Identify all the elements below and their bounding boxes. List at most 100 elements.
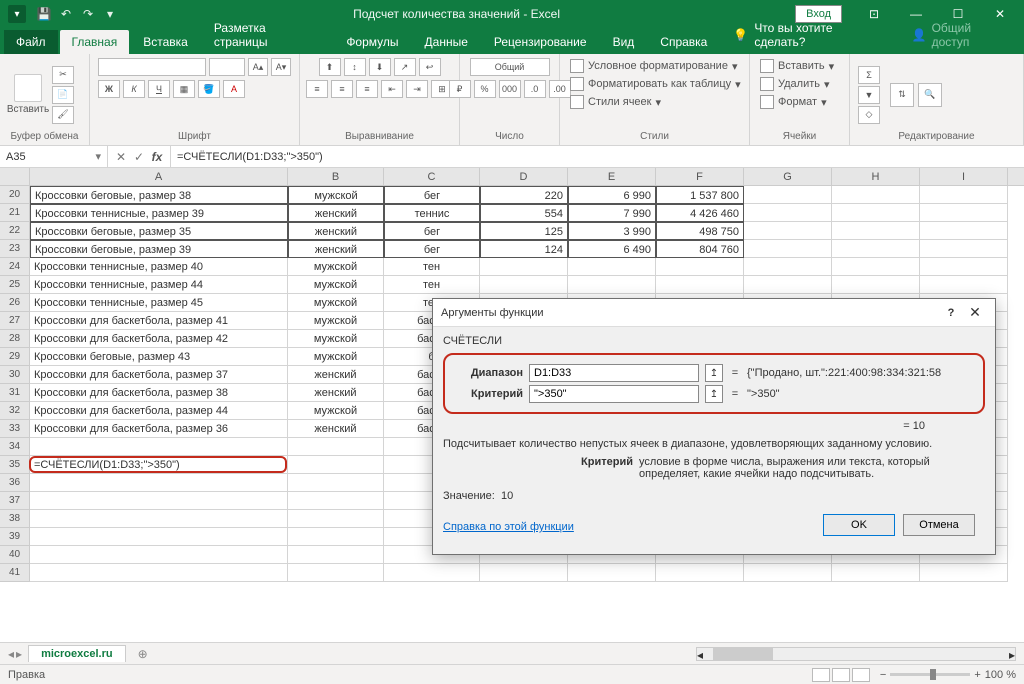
- cell[interactable]: 804 760: [656, 240, 744, 258]
- cell[interactable]: [832, 258, 920, 276]
- cell[interactable]: 124: [480, 240, 568, 258]
- bold-icon[interactable]: Ж: [98, 80, 120, 98]
- cell[interactable]: бег: [384, 240, 480, 258]
- fill-icon[interactable]: ▼: [858, 86, 880, 104]
- cell[interactable]: мужской: [288, 312, 384, 330]
- active-cell[interactable]: =СЧЁТЕСЛИ(D1:D33;">350"): [30, 456, 288, 474]
- col-header[interactable]: F: [656, 168, 744, 185]
- cell[interactable]: [288, 456, 384, 474]
- format-as-table[interactable]: Форматировать как таблицу▾: [568, 76, 743, 92]
- cell-styles[interactable]: Стили ячеек▾: [568, 94, 663, 110]
- cell[interactable]: [480, 564, 568, 582]
- cell[interactable]: [832, 186, 920, 204]
- indent-dec-icon[interactable]: ⇤: [381, 80, 403, 98]
- cell[interactable]: женский: [288, 204, 384, 222]
- cell[interactable]: [744, 186, 832, 204]
- row-header[interactable]: 34: [0, 438, 30, 456]
- select-all-corner[interactable]: [0, 168, 30, 185]
- cell[interactable]: Кроссовки для баскетбола, размер 36: [30, 420, 288, 438]
- cell[interactable]: 125: [480, 222, 568, 240]
- row-header[interactable]: 39: [0, 528, 30, 546]
- cell[interactable]: [30, 438, 288, 456]
- cell[interactable]: женский: [288, 366, 384, 384]
- col-header[interactable]: B: [288, 168, 384, 185]
- paste-button[interactable]: Вставить: [8, 74, 48, 115]
- redo-icon[interactable]: ↷: [80, 6, 96, 22]
- cell[interactable]: женский: [288, 384, 384, 402]
- cell[interactable]: Кроссовки для баскетбола, размер 44: [30, 402, 288, 420]
- page-break-icon[interactable]: [852, 668, 870, 682]
- cell[interactable]: 7 990: [568, 204, 656, 222]
- cell[interactable]: мужской: [288, 276, 384, 294]
- row-header[interactable]: 36: [0, 474, 30, 492]
- row-header[interactable]: 37: [0, 492, 30, 510]
- underline-icon[interactable]: Ч: [148, 80, 170, 98]
- italic-icon[interactable]: К: [123, 80, 145, 98]
- tell-me[interactable]: 💡Что вы хотите сделать?: [721, 16, 895, 54]
- cell[interactable]: [30, 492, 288, 510]
- align-right-icon[interactable]: ≡: [356, 80, 378, 98]
- close-icon[interactable]: ✕: [963, 304, 987, 321]
- row-header[interactable]: 22: [0, 222, 30, 240]
- cell[interactable]: Кроссовки беговые, размер 35: [30, 222, 288, 240]
- cell[interactable]: мужской: [288, 402, 384, 420]
- undo-icon[interactable]: ↶: [58, 6, 74, 22]
- cell[interactable]: [30, 528, 288, 546]
- font-color-icon[interactable]: A: [223, 80, 245, 98]
- cell[interactable]: [744, 240, 832, 258]
- col-header[interactable]: E: [568, 168, 656, 185]
- row-header[interactable]: 33: [0, 420, 30, 438]
- range-picker-icon[interactable]: ↥: [705, 364, 723, 382]
- row-header[interactable]: 35: [0, 456, 30, 474]
- row-header[interactable]: 28: [0, 330, 30, 348]
- function-help-link[interactable]: Справка по этой функции: [443, 521, 574, 533]
- cell[interactable]: [744, 258, 832, 276]
- horizontal-scroll[interactable]: ◂▸: [160, 647, 1016, 661]
- cell[interactable]: [288, 528, 384, 546]
- inc-decimal-icon[interactable]: .0: [524, 80, 546, 98]
- row-header[interactable]: 29: [0, 348, 30, 366]
- cut-icon[interactable]: ✂: [52, 66, 74, 84]
- copy-icon[interactable]: 📄: [52, 86, 74, 104]
- more-icon[interactable]: ▾: [102, 6, 118, 22]
- cell[interactable]: [568, 564, 656, 582]
- range-picker-icon[interactable]: ↥: [705, 385, 723, 403]
- cell[interactable]: мужской: [288, 186, 384, 204]
- cell[interactable]: [656, 258, 744, 276]
- tab-data[interactable]: Данные: [413, 30, 480, 54]
- app-menu-icon[interactable]: ▾: [8, 5, 26, 23]
- tab-review[interactable]: Рецензирование: [482, 30, 599, 54]
- cell[interactable]: тен: [384, 258, 480, 276]
- cell[interactable]: женский: [288, 420, 384, 438]
- share-button[interactable]: 👤Общий доступ: [898, 16, 1024, 54]
- cell[interactable]: мужской: [288, 294, 384, 312]
- border-icon[interactable]: ▦: [173, 80, 195, 98]
- autosum-icon[interactable]: Σ: [858, 66, 880, 84]
- ok-button[interactable]: OK: [823, 514, 895, 536]
- row-header[interactable]: 41: [0, 564, 30, 582]
- cell[interactable]: [744, 276, 832, 294]
- cell[interactable]: [288, 564, 384, 582]
- format-painter-icon[interactable]: 🖌: [52, 106, 74, 124]
- conditional-formatting[interactable]: Условное форматирование▾: [568, 58, 739, 74]
- tab-insert[interactable]: Вставка: [131, 30, 200, 54]
- cell[interactable]: 4 426 460: [656, 204, 744, 222]
- cell[interactable]: [920, 276, 1008, 294]
- row-header[interactable]: 23: [0, 240, 30, 258]
- cell[interactable]: Кроссовки теннисные, размер 39: [30, 204, 288, 222]
- fill-color-icon[interactable]: 🪣: [198, 80, 220, 98]
- tab-formulas[interactable]: Формулы: [334, 30, 410, 54]
- orientation-icon[interactable]: ↗: [394, 58, 416, 76]
- font-name[interactable]: [98, 58, 206, 76]
- col-header[interactable]: C: [384, 168, 480, 185]
- cancel-button[interactable]: Отмена: [903, 514, 975, 536]
- cell[interactable]: женский: [288, 222, 384, 240]
- criteria-input[interactable]: [529, 385, 699, 403]
- font-grow-icon[interactable]: A▴: [248, 58, 268, 76]
- cell[interactable]: Кроссовки теннисные, размер 44: [30, 276, 288, 294]
- enter-formula-icon[interactable]: ✓: [132, 150, 146, 164]
- delete-cells[interactable]: Удалить▾: [758, 76, 832, 92]
- align-top-icon[interactable]: ⬆: [319, 58, 341, 76]
- cell[interactable]: Кроссовки теннисные, размер 40: [30, 258, 288, 276]
- col-header[interactable]: A: [30, 168, 288, 185]
